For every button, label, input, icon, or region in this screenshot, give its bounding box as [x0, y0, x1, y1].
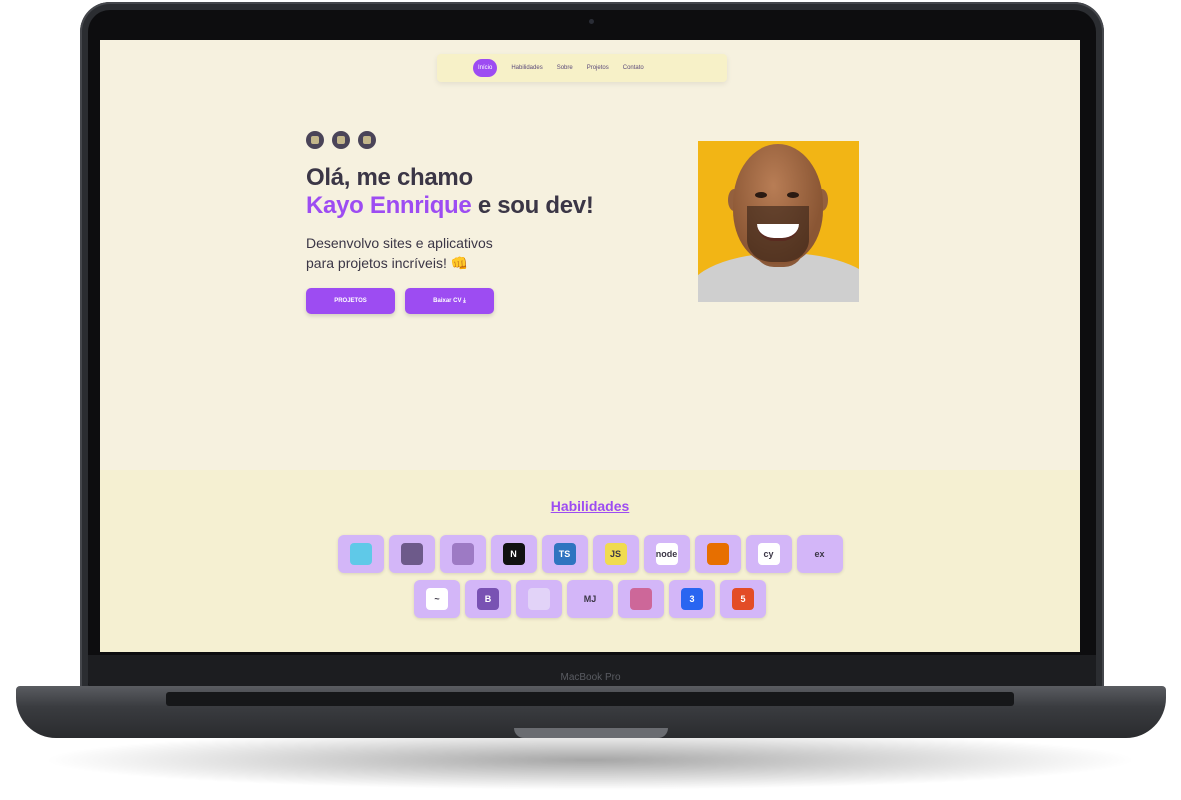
skill-tile	[618, 580, 664, 618]
skill-tile: node	[643, 535, 690, 573]
github-icon[interactable]	[306, 131, 324, 149]
skills-row-1: N TS JS node cy ex	[100, 535, 1080, 573]
nav-item-inicio[interactable]: Início	[473, 59, 498, 77]
skills-section: Habilidades N TS JS node cy ex ~ B MJ 3 5	[100, 470, 1080, 652]
hero-title-rest: e sou dev!	[471, 192, 594, 219]
laptop-hinge	[166, 692, 1014, 706]
skill-tile	[439, 535, 486, 573]
css3-icon: 3	[681, 588, 703, 610]
express-icon: ex	[808, 543, 831, 565]
linkedin-icon[interactable]	[332, 131, 350, 149]
skill-tile: ~	[414, 580, 460, 618]
react-icon	[400, 543, 423, 565]
nav-item-habilidades[interactable]: Habilidades	[511, 65, 542, 71]
sass-icon	[630, 588, 652, 610]
instagram-icon[interactable]	[358, 131, 376, 149]
website-screen: Início Habilidades Sobre Projetos Contat…	[100, 40, 1080, 652]
skill-tile: JS	[592, 535, 639, 573]
skill-tile	[516, 580, 562, 618]
projects-button[interactable]: PROJETOS	[306, 288, 395, 314]
skill-tile	[388, 535, 435, 573]
skill-tile: B	[465, 580, 511, 618]
hero-subtitle: Desenvolvo sites e aplicativos para proj…	[306, 233, 493, 273]
skill-tile	[337, 535, 384, 573]
camera-icon	[589, 19, 594, 24]
nav-item-contato[interactable]: Contato	[623, 65, 644, 71]
typescript-icon: TS	[553, 543, 576, 565]
html5-icon: 5	[732, 588, 754, 610]
hero-name: Kayo Ennrique	[306, 192, 472, 219]
hero-subtitle-line1: Desenvolvo sites e aplicativos	[306, 235, 493, 251]
brand-label: MacBook Pro	[560, 672, 621, 683]
skill-tile: 3	[669, 580, 715, 618]
nav-item-projetos[interactable]: Projetos	[587, 65, 609, 71]
skill-tile: TS	[541, 535, 588, 573]
skill-tile: 5	[720, 580, 766, 618]
laptop-shadow	[40, 730, 1140, 790]
skills-title[interactable]: Habilidades	[100, 498, 1080, 514]
hero-title-line1: Olá, me chamo	[306, 164, 473, 191]
hero-title: Olá, me chamo Kayo Ennrique e sou dev!	[306, 164, 594, 220]
cypress-icon: cy	[757, 543, 780, 565]
java-icon	[706, 543, 729, 565]
nextjs-icon: N	[502, 543, 525, 565]
skill-tile	[694, 535, 741, 573]
skill-tile: MJ	[567, 580, 613, 618]
nav-item-sobre[interactable]: Sobre	[557, 65, 573, 71]
nodejs-icon: node	[655, 543, 678, 565]
mui-icon: MJ	[579, 588, 601, 610]
redux-icon	[451, 543, 474, 565]
top-navigation: Início Habilidades Sobre Projetos Contat…	[437, 54, 727, 82]
skill-tile: N	[490, 535, 537, 573]
cube-icon	[349, 543, 372, 565]
bootstrap-icon: B	[477, 588, 499, 610]
skill-tile: cy	[745, 535, 792, 573]
laptop-notch	[514, 728, 668, 738]
skills-row-2: ~ B MJ 3 5	[100, 580, 1080, 618]
image-icon	[528, 588, 550, 610]
hero-subtitle-line2: para projetos incríveis! 👊	[306, 255, 469, 271]
profile-photo	[698, 141, 859, 302]
tailwind-icon: ~	[426, 588, 448, 610]
social-links	[306, 131, 376, 149]
skill-tile: ex	[796, 535, 843, 573]
javascript-icon: JS	[604, 543, 627, 565]
download-cv-button[interactable]: Baixar CV ⤓	[405, 288, 494, 314]
hero-title-line2: Kayo Ennrique e sou dev!	[306, 192, 594, 220]
